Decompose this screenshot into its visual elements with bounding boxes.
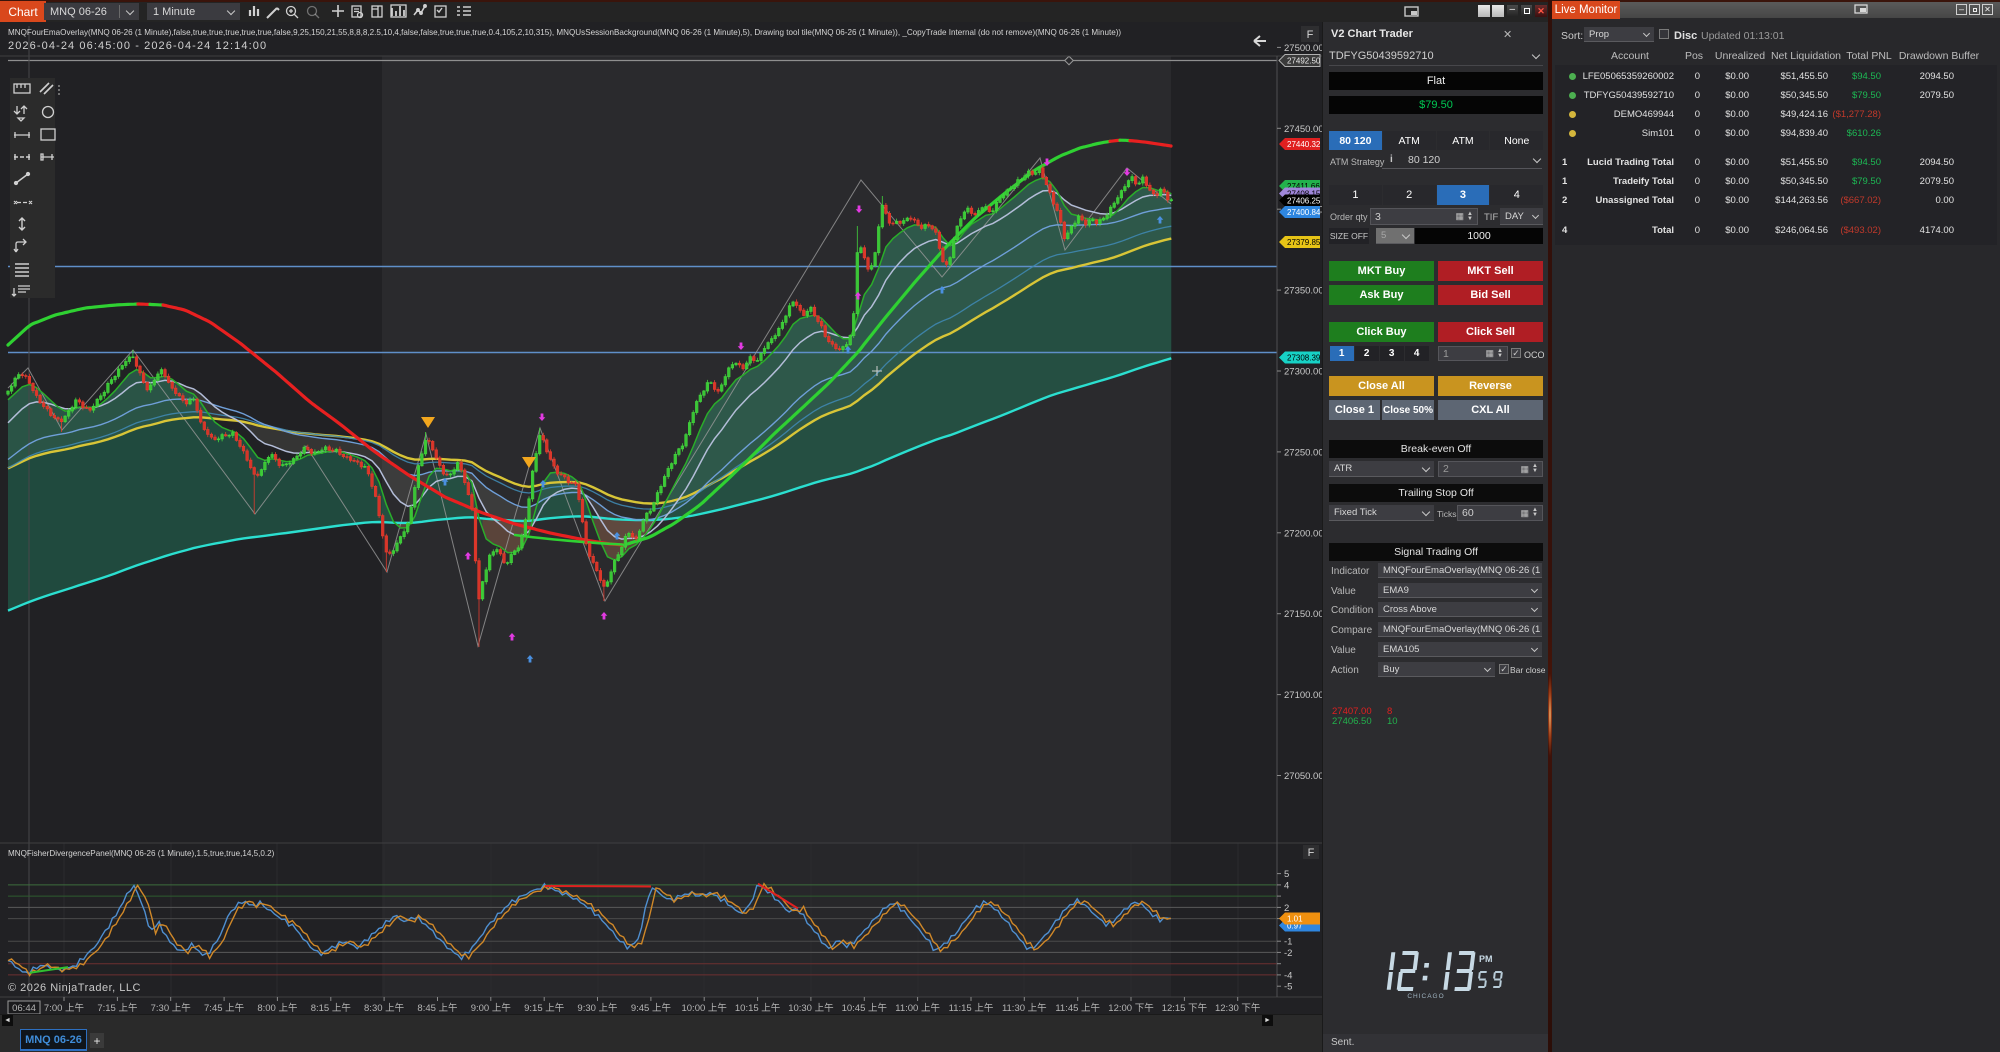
svg-text:27440.32: 27440.32 — [1287, 140, 1321, 149]
svg-text:11:00 上午: 11:00 上午 — [895, 1002, 940, 1014]
svg-text:27492.50: 27492.50 — [1287, 57, 1321, 66]
svg-text:12:15 下午: 12:15 下午 — [1162, 1002, 1207, 1014]
svg-text:12:30 下午: 12:30 下午 — [1215, 1002, 1260, 1014]
svg-text:7:30 上午: 7:30 上午 — [151, 1002, 191, 1014]
svg-text:27406.25: 27406.25 — [1287, 197, 1321, 206]
svg-text:-4: -4 — [1284, 970, 1292, 981]
svg-text:27308.39: 27308.39 — [1287, 354, 1321, 363]
svg-text:2: 2 — [1284, 903, 1289, 914]
svg-text:2026-04-24 06:45:00 - 2026-04-: 2026-04-24 06:45:00 - 2026-04-24 12:14:0… — [8, 40, 267, 52]
svg-text:F: F — [1308, 847, 1315, 859]
svg-text:7:00 上午: 7:00 上午 — [44, 1002, 84, 1014]
svg-text:27100.00: 27100.00 — [1284, 690, 1322, 701]
svg-text:27400.84: 27400.84 — [1287, 208, 1321, 217]
svg-text:F: F — [1307, 29, 1314, 41]
svg-text:11:45 上午: 11:45 上午 — [1055, 1002, 1100, 1014]
svg-text:1.01: 1.01 — [1287, 915, 1303, 924]
svg-text:9:30 上午: 9:30 上午 — [577, 1002, 617, 1014]
svg-text:5: 5 — [1284, 869, 1289, 880]
svg-text:27379.85: 27379.85 — [1287, 238, 1321, 247]
svg-text:8:00 上午: 8:00 上午 — [257, 1002, 297, 1014]
svg-text:9:00 上午: 9:00 上午 — [471, 1002, 511, 1014]
svg-text:10:45 上午: 10:45 上午 — [842, 1002, 887, 1014]
svg-text:27050.00: 27050.00 — [1284, 771, 1322, 782]
svg-text:11:15 上午: 11:15 上午 — [949, 1002, 994, 1014]
svg-text:27300.00: 27300.00 — [1284, 367, 1322, 378]
svg-text:06:44: 06:44 — [12, 1003, 36, 1014]
svg-text:7:45 上午: 7:45 上午 — [204, 1002, 244, 1014]
svg-text:-1: -1 — [1284, 937, 1292, 948]
svg-text:27250.00: 27250.00 — [1284, 447, 1322, 458]
svg-text:PM: PM — [1479, 954, 1493, 964]
svg-text:10:00 上午: 10:00 上午 — [681, 1002, 726, 1014]
svg-text:10:30 上午: 10:30 上午 — [788, 1002, 833, 1014]
svg-text:© 2026 NinjaTrader, LLC: © 2026 NinjaTrader, LLC — [8, 982, 141, 994]
svg-text:8:45 上午: 8:45 上午 — [417, 1002, 457, 1014]
svg-text:8:15 上午: 8:15 上午 — [311, 1002, 351, 1014]
svg-text:7:15 上午: 7:15 上午 — [97, 1002, 137, 1014]
svg-text:27500.00: 27500.00 — [1284, 43, 1322, 54]
svg-text:11:30 上午: 11:30 上午 — [1002, 1002, 1047, 1014]
svg-text:12:00 下午: 12:00 下午 — [1108, 1002, 1153, 1014]
svg-text:8:30 上午: 8:30 上午 — [364, 1002, 404, 1014]
svg-text:27150.00: 27150.00 — [1284, 609, 1322, 620]
svg-text:9:15 上午: 9:15 上午 — [524, 1002, 564, 1014]
svg-text:9:45 上午: 9:45 上午 — [631, 1002, 671, 1014]
svg-text:4: 4 — [1284, 880, 1289, 891]
svg-text:-2: -2 — [1284, 948, 1292, 959]
svg-text:MNQFourEmaOverlay(MNQ 06-26 (1: MNQFourEmaOverlay(MNQ 06-26 (1 Minute),f… — [8, 28, 1121, 37]
svg-text:27200.00: 27200.00 — [1284, 528, 1322, 539]
svg-text:MNQFisherDivergencePanel(MNQ 0: MNQFisherDivergencePanel(MNQ 06-26 (1 Mi… — [8, 849, 275, 858]
svg-text:27350.00: 27350.00 — [1284, 286, 1322, 297]
svg-text:-5: -5 — [1284, 982, 1292, 993]
svg-text:10:15 上午: 10:15 上午 — [735, 1002, 780, 1014]
svg-text:27450.00: 27450.00 — [1284, 124, 1322, 135]
